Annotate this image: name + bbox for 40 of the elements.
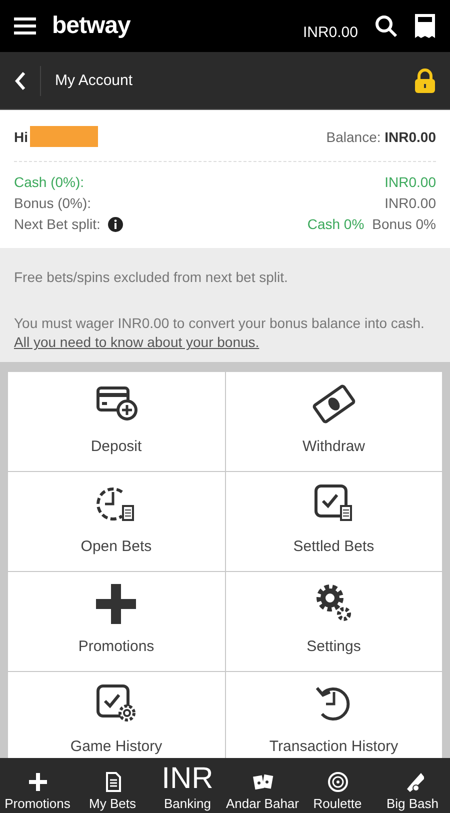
info-icon[interactable] xyxy=(108,216,124,232)
menu-tile[interactable]: Settled Bets xyxy=(226,472,442,571)
page-title: My Account xyxy=(55,72,133,89)
logo[interactable]: betway xyxy=(52,12,130,40)
nav-item[interactable]: Promotions xyxy=(0,758,75,813)
padlock-icon[interactable] xyxy=(414,68,436,94)
menu-tile[interactable]: Deposit xyxy=(8,372,224,471)
currency-label: INR xyxy=(162,765,214,793)
split-label: Next Bet split: xyxy=(14,216,100,232)
nav-item[interactable]: Roulette xyxy=(300,758,375,813)
nav-item[interactable]: Big Bash xyxy=(375,758,450,813)
header-balance: INR0.00 xyxy=(302,24,358,40)
bonus-link[interactable]: All you need to know about your bonus. xyxy=(14,334,260,350)
greeting: Hi xyxy=(14,128,28,144)
nav-item[interactable]: Andar Bahar xyxy=(225,758,300,813)
split-bonus: Bonus 0% xyxy=(372,216,436,232)
split-cash: Cash 0% xyxy=(307,216,364,232)
wager-text: You must wager INR0.00 to convert your bonus balance into cash. All you need to know about your bonus. xyxy=(14,314,426,352)
amount-label: Cash (0%): xyxy=(14,174,84,190)
info-note: Free bets/spins excluded from next bet split. xyxy=(14,268,289,287)
search-icon[interactable] xyxy=(374,14,398,38)
balance-label: Balance: INR0.00 xyxy=(326,128,436,144)
nav-item[interactable]: My Bets xyxy=(75,758,150,813)
menu-tile[interactable]: Open Bets xyxy=(8,472,224,571)
plus-icon xyxy=(26,771,48,793)
nav-item[interactable]: INR Banking xyxy=(150,758,225,813)
plus-icon xyxy=(94,582,138,626)
menu-tile[interactable]: Promotions xyxy=(8,572,224,671)
back-icon[interactable] xyxy=(14,70,26,90)
banknote-icon xyxy=(312,382,356,426)
menu-tile[interactable]: Settings xyxy=(226,572,442,671)
menu-tile[interactable]: Transaction History xyxy=(226,672,442,758)
menu-tile[interactable]: Game History xyxy=(8,672,224,758)
menu-icon[interactable] xyxy=(14,17,36,35)
menu-tile[interactable]: Withdraw xyxy=(226,372,442,471)
betslip-icon[interactable] xyxy=(414,13,436,39)
roulette-icon xyxy=(326,771,348,793)
amount-value: INR0.00 xyxy=(384,195,436,211)
amount-label: Bonus (0%): xyxy=(14,195,92,211)
amount-value: INR0.00 xyxy=(384,174,436,190)
